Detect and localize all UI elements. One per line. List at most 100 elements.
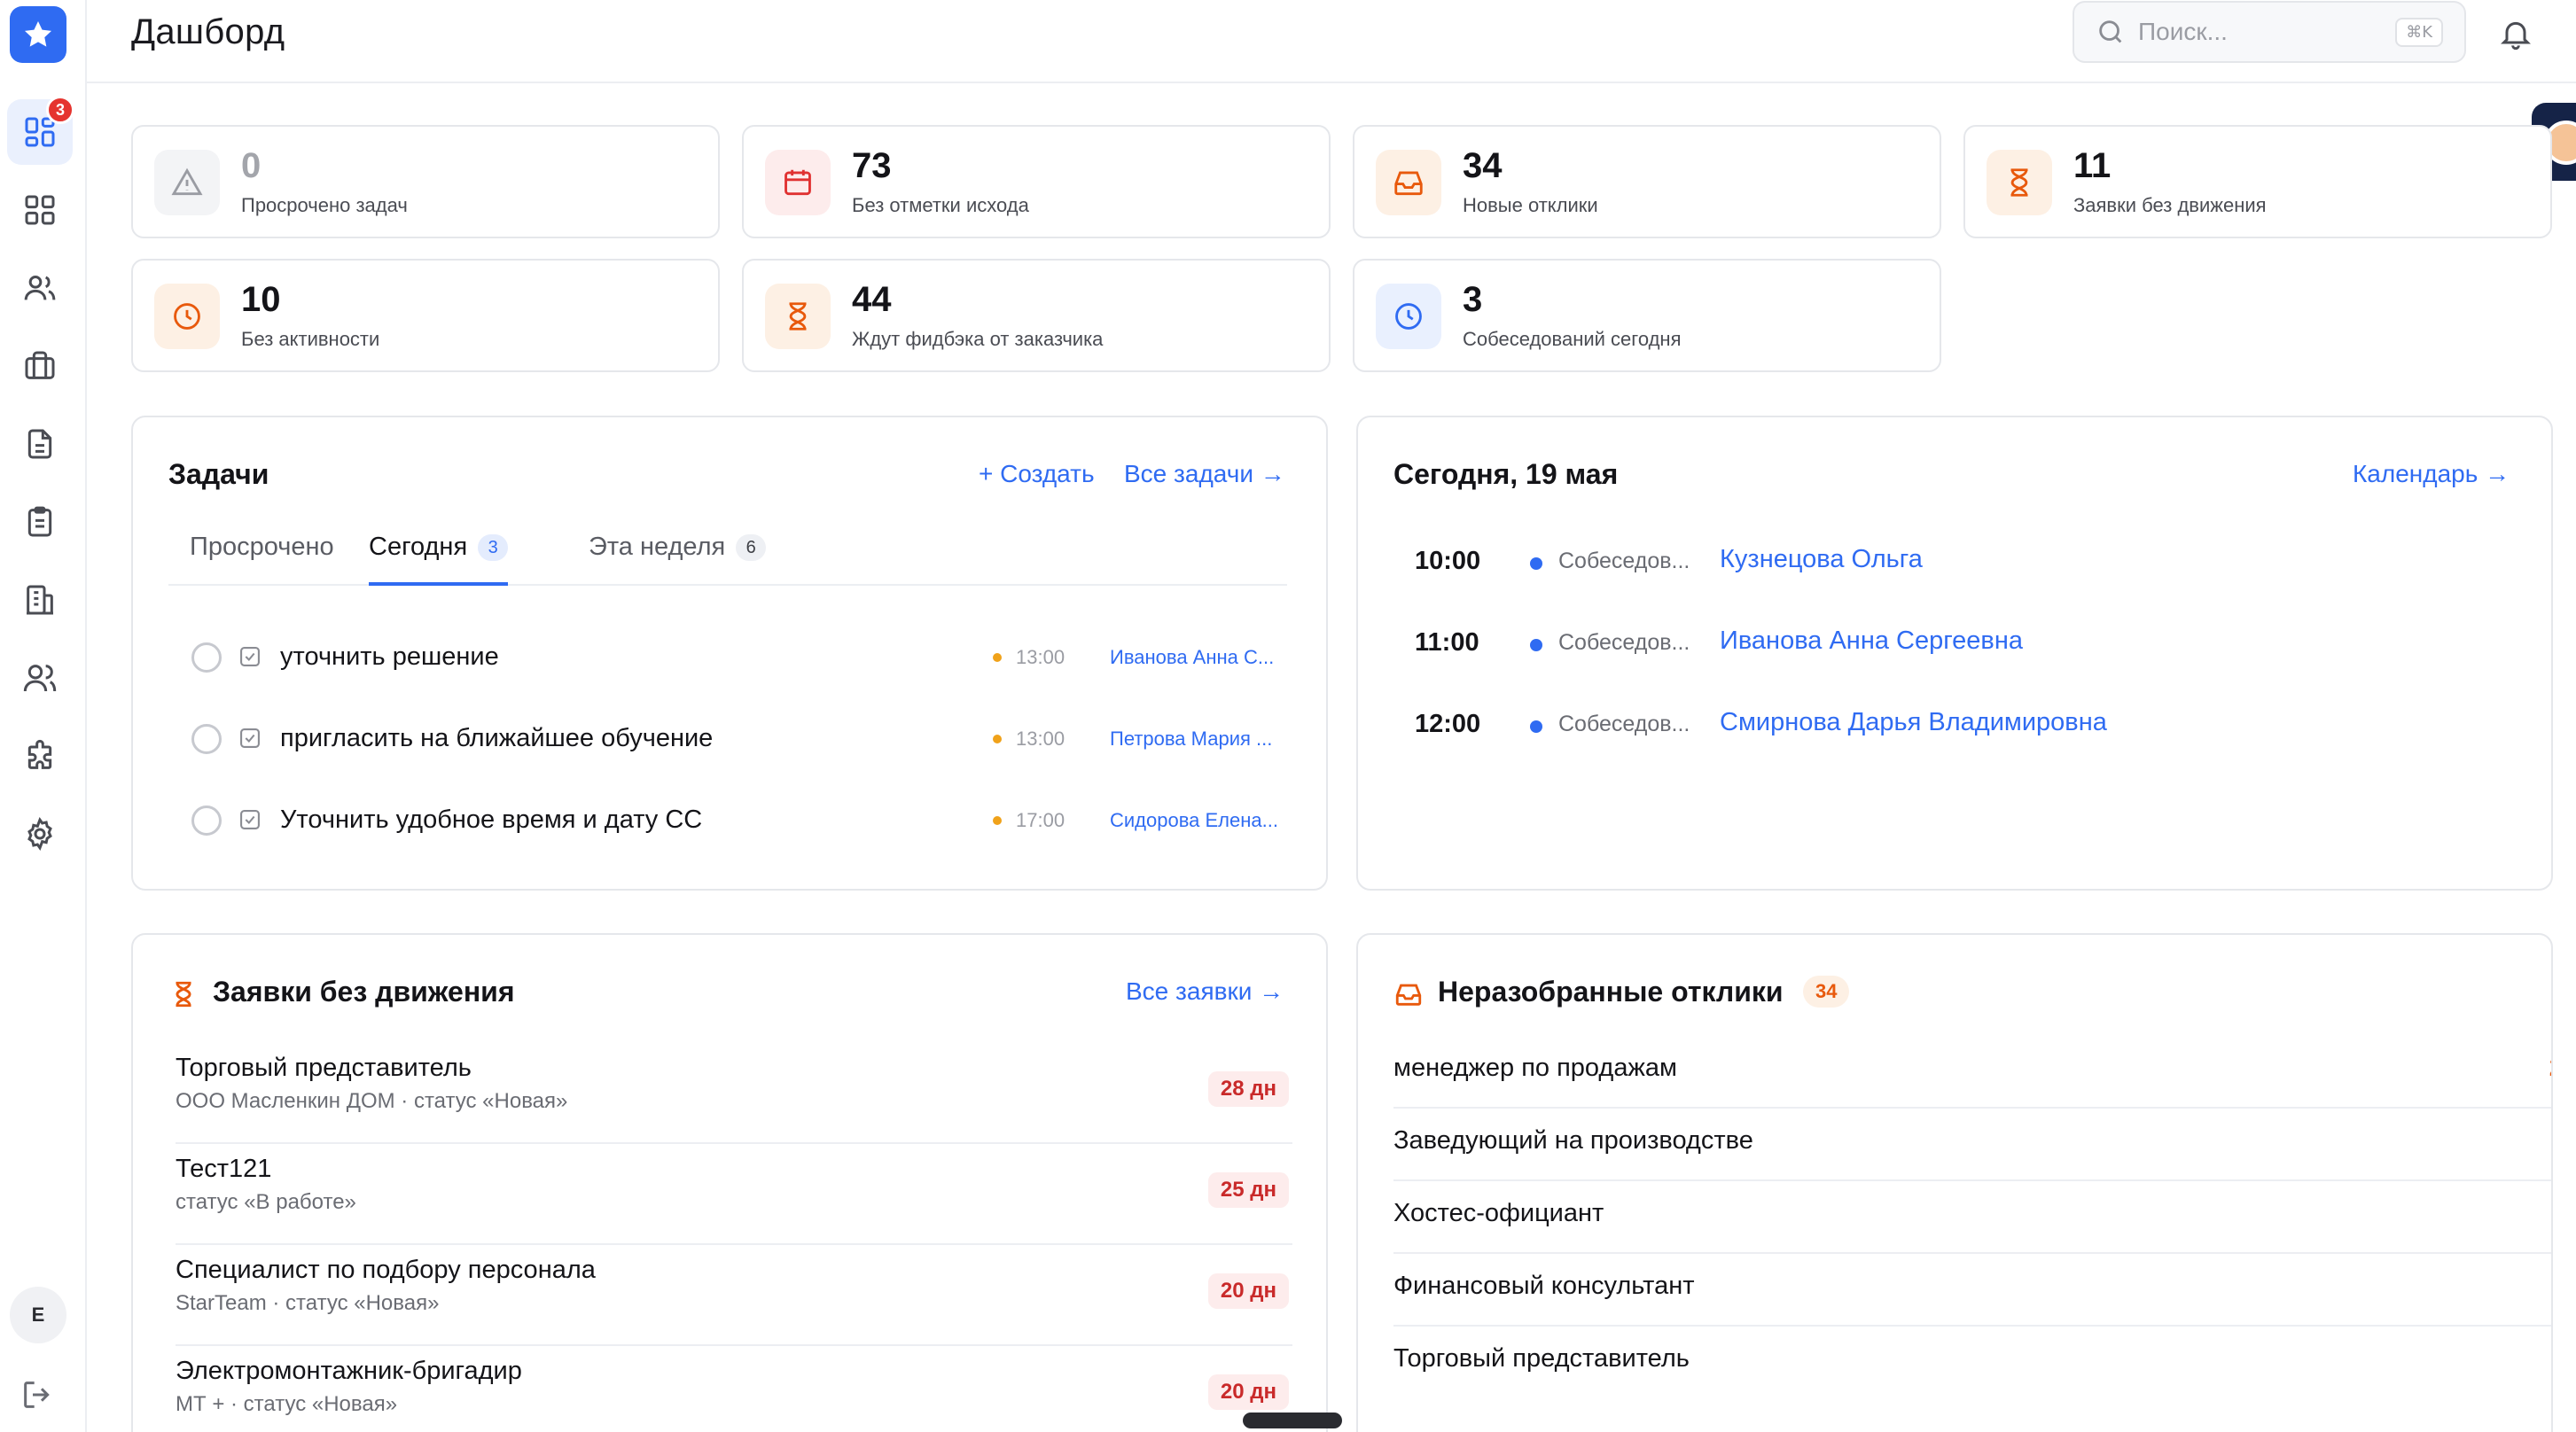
stat-icon-wrap: [1376, 150, 1441, 215]
sidebar-item-integrations[interactable]: [7, 723, 73, 789]
stat-card-awaiting-feedback[interactable]: 44 Ждут фидбэка от заказчика: [742, 259, 1331, 372]
request-age-badge: 20 дн: [1207, 1374, 1289, 1410]
checkbox-icon: [240, 810, 260, 829]
response-row[interactable]: Торговый представитель 1: [1393, 1327, 2551, 1399]
sidebar-item-boards[interactable]: [7, 177, 73, 243]
response-row[interactable]: менеджер по продажам 23: [1393, 1036, 2551, 1109]
event-dot: [1530, 720, 1542, 733]
response-row[interactable]: Хостес-официант 2: [1393, 1181, 2551, 1254]
request-row[interactable]: Торговый представитель ООО Масленкин ДОМ…: [176, 1043, 1292, 1144]
event-candidate[interactable]: Смирнова Дарья Владимировна: [1720, 708, 2107, 737]
task-time: 17:00: [1016, 809, 1066, 831]
task-complete-radio[interactable]: [191, 806, 222, 836]
tasks-tabs: Просрочено Сегодня 3 Эта неделя 6: [168, 533, 1287, 586]
stat-label: Собеседований сегодня: [1463, 328, 1682, 350]
request-subtitle: ООО Масленкин ДОМ · статус «Новая»: [176, 1089, 568, 1113]
stat-value: 44: [852, 280, 892, 319]
response-vacancy: Торговый представитель: [1393, 1344, 1690, 1373]
document-icon: [27, 429, 52, 459]
arrow-right-icon: →: [1259, 977, 1284, 1005]
sidebar-item-candidates[interactable]: [7, 255, 73, 321]
inbox-icon: [1394, 171, 1423, 196]
logout-icon[interactable]: [20, 1377, 55, 1413]
all-tasks-link[interactable]: Все задачи →: [1124, 460, 1285, 488]
request-row[interactable]: Специалист по подбору персонала StarTeam…: [176, 1245, 1292, 1346]
stat-value: 11: [2073, 146, 2112, 185]
search-input[interactable]: [2138, 18, 2386, 46]
inbox-icon: [1395, 984, 1422, 1006]
tab-label: Эта неделя: [589, 533, 726, 561]
hourglass-icon: [176, 981, 191, 1008]
stat-value: 0: [241, 146, 262, 185]
event-kind: Собеседов...: [1558, 712, 1690, 736]
task-assignee[interactable]: Иванова Анна С...: [1110, 646, 1287, 669]
event-row[interactable]: 12:00 Собеседов... Смирнова Дарья Владим…: [1415, 697, 2551, 751]
event-kind: Собеседов...: [1558, 549, 1690, 573]
task-row[interactable]: пригласить на ближайшее обучение 13:00 П…: [183, 712, 1272, 765]
task-assignee[interactable]: Сидорова Елена...: [1110, 809, 1287, 832]
stat-card-no-outcome[interactable]: 73 Без отметки исхода: [742, 125, 1331, 238]
response-row[interactable]: Финансовый консультант 1: [1393, 1254, 2551, 1327]
priority-dot: [993, 735, 1002, 743]
tab-today[interactable]: Сегодня 3: [369, 533, 509, 586]
event-candidate[interactable]: Иванова Анна Сергеевна: [1720, 626, 2023, 656]
star-icon: [24, 20, 52, 47]
sidebar-item-tasks[interactable]: [7, 489, 73, 555]
app-logo[interactable]: [10, 6, 66, 63]
sidebar-item-settings[interactable]: [7, 801, 73, 867]
search-shortcut: ⌘K: [2395, 17, 2443, 47]
users-icon: [24, 276, 56, 300]
calendar-label: Календарь: [2353, 460, 2478, 487]
stalled-requests-title: Заявки без движения: [213, 976, 515, 1008]
tab-week[interactable]: Эта неделя 6: [589, 533, 767, 586]
tab-overdue[interactable]: Просрочено: [190, 533, 334, 586]
stat-card-interviews-today[interactable]: 3 Собеседований сегодня: [1353, 259, 1941, 372]
create-task-link[interactable]: + Создать: [979, 460, 1095, 488]
event-kind: Собеседов...: [1558, 630, 1690, 655]
request-row[interactable]: Тест121 статус «В работе» 25 дн: [176, 1144, 1292, 1245]
response-row[interactable]: Заведующий на производстве 7: [1393, 1109, 2551, 1181]
all-requests-label: Все заявки: [1126, 977, 1253, 1005]
today-title: Сегодня, 19 мая: [1393, 458, 1619, 490]
all-requests-link[interactable]: Все заявки →: [1126, 977, 1284, 1006]
request-row[interactable]: Электромонтажник-бригадир МТ + · статус …: [176, 1346, 1292, 1432]
sidebar-item-documents[interactable]: [7, 411, 73, 477]
event-row[interactable]: 10:00 Собеседов... Кузнецова Ольга: [1415, 534, 2551, 588]
stat-card-overdue[interactable]: 0 Просрочено задач: [131, 125, 720, 238]
checkbox-icon: [240, 647, 260, 666]
notification-badge: 3: [46, 96, 74, 124]
stat-label: Новые отклики: [1463, 194, 1598, 216]
event-row[interactable]: 11:00 Собеседов... Иванова Анна Сергеевн…: [1415, 616, 2551, 669]
task-complete-radio[interactable]: [191, 724, 222, 754]
user-avatar[interactable]: E: [10, 1287, 66, 1343]
stat-icon-wrap: [765, 150, 831, 215]
search-box[interactable]: ⌘K: [2073, 1, 2466, 63]
task-row[interactable]: Уточнить удобное время и дату СС 17:00 С…: [183, 793, 1278, 846]
sidebar-item-companies[interactable]: [7, 567, 73, 633]
event-candidate[interactable]: Кузнецова Ольга: [1720, 545, 1923, 574]
sidebar-item-team[interactable]: [7, 645, 73, 711]
bell-icon[interactable]: [2498, 16, 2533, 51]
task-text: Уточнить удобное время и дату СС: [280, 806, 703, 834]
sidebar-item-dashboard[interactable]: 3: [7, 96, 74, 165]
stat-label: Просрочено задач: [241, 194, 408, 216]
calendar-link[interactable]: Календарь →: [2353, 460, 2510, 488]
task-row[interactable]: уточнить решение 13:00 Иванова Анна С...: [183, 630, 1274, 683]
stat-value: 73: [852, 146, 892, 185]
puzzle-icon: [27, 739, 52, 769]
gear-icon: [27, 816, 52, 852]
sidebar-item-vacancies[interactable]: [7, 333, 73, 399]
task-complete-radio[interactable]: [191, 642, 222, 673]
horizontal-scrollbar[interactable]: [1243, 1413, 1342, 1428]
top-header: Дашборд ⌘K: [87, 0, 2576, 83]
hourglass-icon: [2010, 168, 2028, 197]
stat-label: Без отметки исхода: [852, 194, 1029, 216]
request-title: Торговый представитель: [176, 1054, 472, 1082]
hourglass-icon: [789, 302, 807, 331]
stat-label: Заявки без движения: [2073, 194, 2267, 216]
stat-card-stalled[interactable]: 11 Заявки без движения: [1963, 125, 2552, 238]
task-assignee[interactable]: Петрова Мария ...: [1110, 728, 1287, 751]
stat-card-no-activity[interactable]: 10 Без активности: [131, 259, 720, 372]
stat-card-new-responses[interactable]: 34 Новые отклики: [1353, 125, 1941, 238]
stat-label: Без активности: [241, 328, 380, 350]
